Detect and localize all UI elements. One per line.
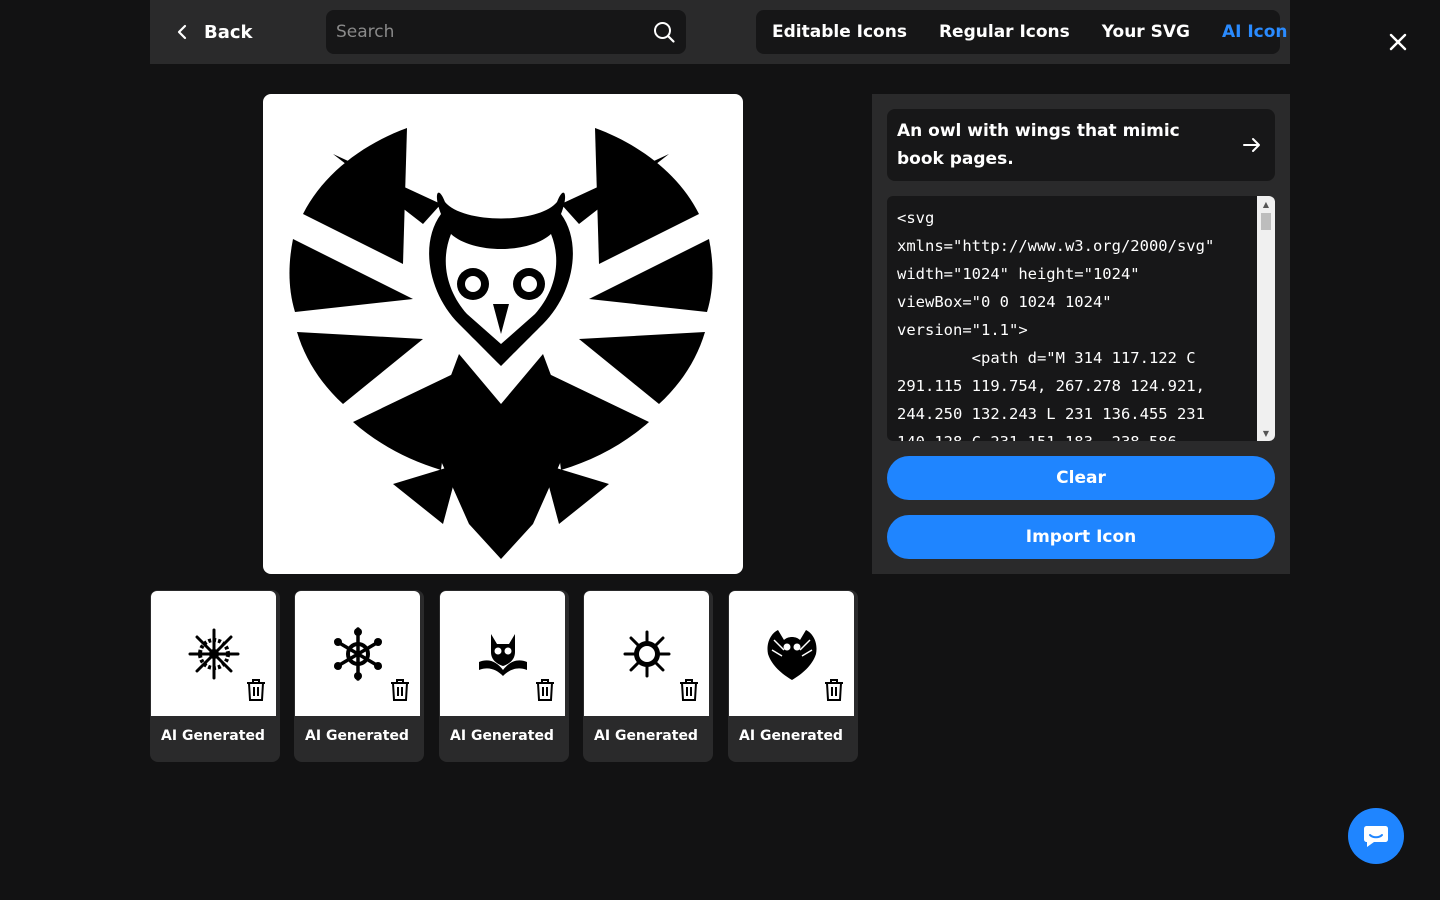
tab-regular-icons[interactable]: Regular Icons	[939, 22, 1070, 42]
code-scrollbar[interactable]: ▲ ▼	[1257, 196, 1275, 441]
snowflake-icon	[333, 626, 382, 681]
thumbnail-label: AI Generated	[161, 728, 265, 744]
list-item[interactable]: AI Generated	[728, 590, 858, 762]
snowflake-pattern-icon	[188, 628, 239, 679]
import-icon-button[interactable]: Import Icon	[887, 515, 1275, 559]
chevron-left-icon	[177, 24, 187, 40]
thumbnail-label: AI Generated	[594, 728, 698, 744]
chat-button[interactable]	[1348, 808, 1404, 864]
prompt-text: An owl with wings that mimic book pages.	[897, 121, 1180, 169]
tab-your-svg[interactable]: Your SVG	[1102, 22, 1190, 42]
owl-book-icon	[478, 633, 527, 676]
search-input[interactable]	[336, 22, 652, 42]
thumbnail-label: AI Generated	[305, 728, 409, 744]
trash-icon[interactable]	[534, 678, 556, 702]
list-item[interactable]: AI Generated	[294, 590, 424, 762]
owl-book-wings-icon	[289, 128, 713, 559]
scroll-down-arrow-icon[interactable]: ▼	[1257, 425, 1275, 441]
search-box	[326, 10, 686, 54]
tab-editable-icons[interactable]: Editable Icons	[772, 22, 907, 42]
sun-snowflake-icon	[623, 630, 670, 677]
chat-bubble-icon	[1364, 826, 1388, 847]
close-icon[interactable]	[1386, 30, 1410, 54]
icon-type-tabs: Editable Icons Regular Icons Your SVG AI…	[756, 10, 1288, 54]
scroll-thumb[interactable]	[1261, 213, 1271, 230]
ai-icon-panel: An owl with wings that mimic book pages.…	[872, 94, 1290, 574]
list-item[interactable]: AI Generated	[439, 590, 569, 762]
arrow-right-icon[interactable]	[1241, 134, 1263, 156]
list-item[interactable]: AI Generated	[583, 590, 713, 762]
top-bar: Back Editable Icons Regular Icons Your S…	[150, 0, 1290, 64]
tab-ai-icon[interactable]: AI Icon	[1222, 22, 1288, 42]
back-button[interactable]: Back	[172, 16, 253, 48]
list-item[interactable]: AI Generated	[150, 590, 280, 762]
thumbnail-label: AI Generated	[450, 728, 554, 744]
prompt-box[interactable]: An owl with wings that mimic book pages.	[887, 109, 1275, 181]
owl-wings-icon	[766, 629, 817, 680]
search-icon[interactable]	[652, 20, 676, 44]
trash-icon[interactable]	[823, 678, 845, 702]
trash-icon[interactable]	[678, 678, 700, 702]
icon-preview	[263, 94, 743, 574]
svg-code-text[interactable]: <svg xmlns="http://www.w3.org/2000/svg" …	[887, 196, 1275, 441]
trash-icon[interactable]	[389, 678, 411, 702]
scroll-up-arrow-icon[interactable]: ▲	[1257, 196, 1275, 212]
back-label: Back	[204, 21, 253, 43]
clear-button[interactable]: Clear	[887, 456, 1275, 500]
trash-icon[interactable]	[245, 678, 267, 702]
svg-code-editor[interactable]: <svg xmlns="http://www.w3.org/2000/svg" …	[887, 196, 1275, 441]
thumbnail-label: AI Generated	[739, 728, 843, 744]
